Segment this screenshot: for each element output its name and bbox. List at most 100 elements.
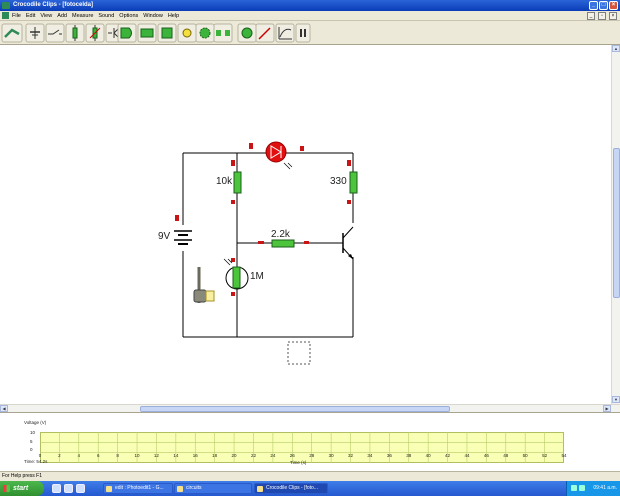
output-device-tool[interactable] <box>157 23 177 43</box>
x-tick-label: 52 <box>542 453 548 458</box>
x-tick-label: 50 <box>522 453 528 458</box>
maximize-button[interactable]: □ <box>599 1 608 10</box>
menu-bar: File Edit View Add Measure Sound Options Window… <box>0 11 620 21</box>
lamp-tool[interactable] <box>177 23 197 43</box>
taskbar-item-label: edit : Photoedit1 - G... <box>115 485 164 491</box>
windows-flag-icon <box>3 485 10 492</box>
toolbar-icons <box>1 23 311 43</box>
x-tick-label: 44 <box>464 453 470 458</box>
resistor-2-2k-label: 2.2k <box>271 229 290 240</box>
x-tick-label: 48 <box>503 453 509 458</box>
graph-plot-area[interactable] <box>40 432 564 463</box>
circuit-canvas[interactable]: 9V 10k 330 2.2k 1M <box>0 45 611 404</box>
x-tick-label: 30 <box>328 453 334 458</box>
menu-view[interactable]: View <box>40 11 52 21</box>
app-icon <box>106 486 112 492</box>
ldr-label: 1M <box>250 271 264 282</box>
taskbar-item[interactable]: edit : Photoedit1 - G... <box>103 483 173 494</box>
menu-window[interactable]: Window <box>143 11 163 21</box>
x-tick-label: 6 <box>96 453 100 458</box>
transistor[interactable] <box>342 226 354 260</box>
menu-file[interactable]: File <box>12 11 21 21</box>
x-tick-label: 38 <box>406 453 412 458</box>
doc-minimize-button[interactable]: _ <box>587 12 595 20</box>
close-button[interactable]: × <box>609 1 618 10</box>
crocodile-app-icon[interactable] <box>2 2 10 9</box>
network-tray-icon[interactable] <box>571 485 577 491</box>
vertical-scrollbar[interactable]: ▲ ▼ <box>611 45 620 404</box>
browser-quicklaunch-icon[interactable] <box>52 484 61 493</box>
component-toolbar <box>0 21 620 45</box>
volume-tray-icon[interactable] <box>579 485 585 491</box>
x-tick-label: 14 <box>173 453 179 458</box>
x-tick-label: 22 <box>250 453 256 458</box>
resistor-330-label: 330 <box>330 176 347 187</box>
x-tick-label: 28 <box>309 453 315 458</box>
system-tray: 09:41 a.m. <box>566 481 620 496</box>
led[interactable] <box>249 141 304 170</box>
menu-help[interactable]: Help <box>168 11 179 21</box>
x-tick-label: 26 <box>289 453 295 458</box>
x-tick-label: 36 <box>386 453 392 458</box>
x-tick-label: 34 <box>367 453 373 458</box>
x-tick-label: 4 <box>77 453 81 458</box>
document-icon[interactable] <box>2 12 9 19</box>
x-tick-label: 16 <box>192 453 198 458</box>
menu-sound[interactable]: Sound <box>98 11 114 21</box>
graph-x-label: Time (s) <box>290 460 307 465</box>
resistor-tool[interactable] <box>65 23 85 43</box>
folder-icon <box>177 486 183 492</box>
horizontal-scrollbar[interactable]: ◀ ▶ <box>0 404 620 412</box>
start-button[interactable]: start <box>0 481 44 496</box>
window-title: Crocodile Clips - [fotocelda] <box>13 2 94 8</box>
battery-label: 9V <box>158 231 171 242</box>
resistor-330[interactable] <box>347 160 358 204</box>
status-text: For Help press F1 <box>2 473 43 479</box>
switch-tool[interactable] <box>45 23 65 43</box>
menu-edit[interactable]: Edit <box>26 11 35 21</box>
taskbar-item-label: circuits <box>186 485 202 491</box>
app-window: Crocodile Clips - [fotocelda] _ □ × File… <box>0 0 620 496</box>
x-tick-label: 12 <box>153 453 159 458</box>
vertical-scroll-thumb[interactable] <box>613 148 620 298</box>
x-tick-label: 42 <box>445 453 451 458</box>
lamp-source[interactable] <box>193 267 215 303</box>
resistor-10k[interactable] <box>231 160 242 204</box>
scroll-left-arrow[interactable]: ◀ <box>0 405 8 412</box>
probe-tool[interactable] <box>255 23 275 43</box>
scroll-up-arrow[interactable]: ▲ <box>612 45 620 52</box>
minimize-button[interactable]: _ <box>589 1 598 10</box>
circuit-diagram <box>174 141 358 365</box>
clock: 09:41 a.m. <box>593 485 617 491</box>
ic-chip-tool[interactable] <box>137 23 157 43</box>
gear-tool[interactable] <box>195 23 215 43</box>
menu-add[interactable]: Add <box>57 11 67 21</box>
status-bar: For Help press F1 <box>0 471 620 481</box>
graph-tool[interactable] <box>275 23 295 43</box>
x-tick-label: 0 <box>38 453 42 458</box>
menu-measure[interactable]: Measure <box>72 11 93 21</box>
power-supply-tool[interactable] <box>25 23 45 43</box>
taskbar-item-label: Crocodile Clips - [foto... <box>266 485 318 491</box>
scroll-right-arrow[interactable]: ▶ <box>603 405 611 412</box>
motor-tool[interactable] <box>237 23 257 43</box>
logic-gate-tool[interactable] <box>117 23 137 43</box>
ie-quicklaunch-icon[interactable] <box>64 484 73 493</box>
scroll-down-arrow[interactable]: ▼ <box>612 396 620 403</box>
sensor-tool[interactable] <box>85 23 105 43</box>
menu-options[interactable]: Options <box>119 11 138 21</box>
component-placeholder[interactable] <box>287 341 311 365</box>
y-tick-label: 0 <box>30 447 33 452</box>
doc-restore-button[interactable]: ▫ <box>598 12 606 20</box>
x-tick-label: 20 <box>231 453 237 458</box>
x-tick-label: 2 <box>58 453 61 458</box>
taskbar-item[interactable]: circuits <box>174 483 252 494</box>
doc-close-button[interactable]: × <box>609 12 617 20</box>
taskbar-item[interactable]: Crocodile Clips - [foto... <box>254 483 328 494</box>
media-quicklaunch-icon[interactable] <box>76 484 85 493</box>
pause-tool[interactable] <box>295 23 311 43</box>
ldr[interactable] <box>223 258 249 296</box>
wire-tool[interactable] <box>1 23 23 43</box>
y-tick-label: 5 <box>30 439 33 444</box>
connector-tool[interactable] <box>213 23 233 43</box>
